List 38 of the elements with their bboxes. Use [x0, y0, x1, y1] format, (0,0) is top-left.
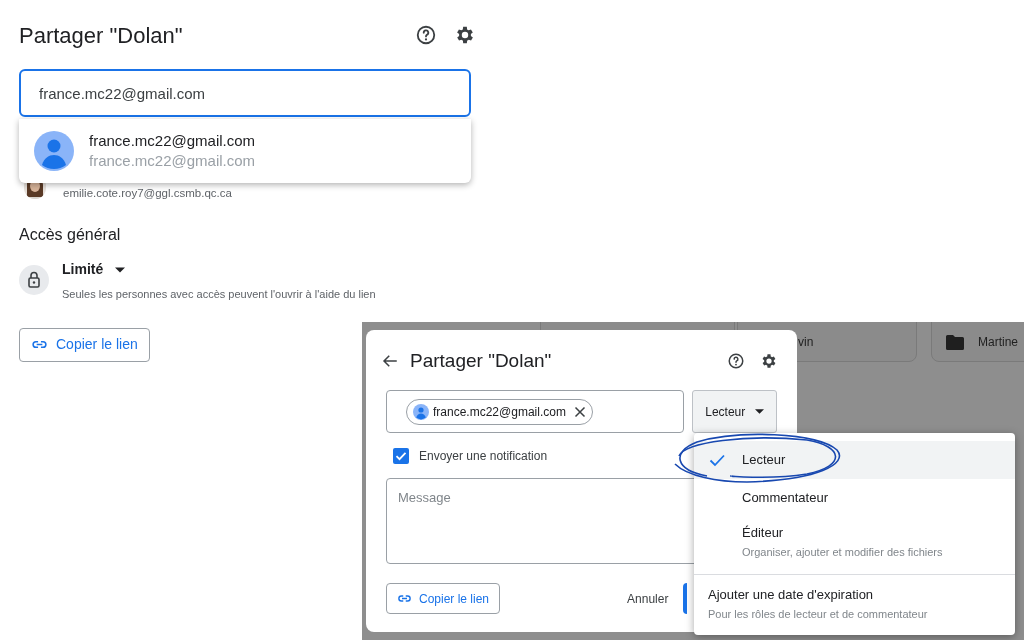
avatar-icon — [413, 403, 429, 420]
chip-label: france.mc22@gmail.com — [433, 403, 566, 421]
menu-item-label: Lecteur — [742, 451, 786, 469]
folder-name: vin — [798, 334, 814, 351]
caret-icon — [755, 409, 765, 414]
help-icon[interactable] — [415, 24, 437, 46]
back-arrow-icon[interactable] — [381, 352, 399, 370]
suggestion-item[interactable]: france.mc22@gmail.com france.mc22@gmail.com — [19, 119, 471, 183]
owner-email: emilie.cote.roy7@ggl.csmb.qc.ca — [63, 186, 232, 202]
close-icon[interactable] — [572, 404, 587, 419]
section-heading: Accès général — [19, 225, 122, 245]
contact-name: france.mc22@gmail.com — [89, 131, 256, 151]
checkbox-label: Envoyer une notification — [419, 448, 548, 465]
menu-item-label: Ajouter une date d'expiration — [708, 585, 875, 604]
role-dropdown[interactable]: Lecteur — [692, 390, 777, 433]
checkbox[interactable] — [393, 448, 409, 464]
contact-email: france.mc22@gmail.com — [89, 151, 256, 171]
menu-item-description: Pour les rôles de lecteur et de commentateur — [708, 607, 929, 622]
folder-card[interactable]: Martine — [931, 322, 1024, 362]
dialog-title: Partager "Dolan" — [410, 348, 552, 373]
copy-link-button[interactable]: Copier le lien — [386, 583, 501, 614]
menu-item[interactable]: Lecteur — [694, 441, 1015, 479]
copy-link-button[interactable]: Copier le lien — [19, 327, 150, 362]
send-button[interactable] — [683, 583, 688, 614]
caret-icon — [115, 266, 126, 273]
lock-icon — [19, 265, 49, 295]
dialog-title: Partager "Dolan" — [19, 21, 183, 50]
help-icon[interactable] — [727, 352, 745, 370]
cancel-button[interactable]: Annuler — [627, 583, 669, 614]
avatar-icon — [34, 131, 74, 171]
menu-item[interactable]: Ajouter une date d'expiration Pour les rôles de lecteur et de commentateur — [694, 580, 1015, 627]
folder-name: Martine — [978, 334, 1018, 351]
email-input[interactable]: france.mc22@gmail.com — [19, 69, 471, 117]
recipients-field[interactable]: france.mc22@gmail.com — [386, 390, 685, 433]
settings-icon[interactable] — [760, 352, 778, 370]
access-description: Seules les personnes avec accès peuvent l'ouvrir à l'aide du lien — [62, 287, 376, 302]
settings-icon[interactable] — [454, 24, 476, 46]
access-dropdown[interactable]: Limité — [62, 259, 126, 280]
